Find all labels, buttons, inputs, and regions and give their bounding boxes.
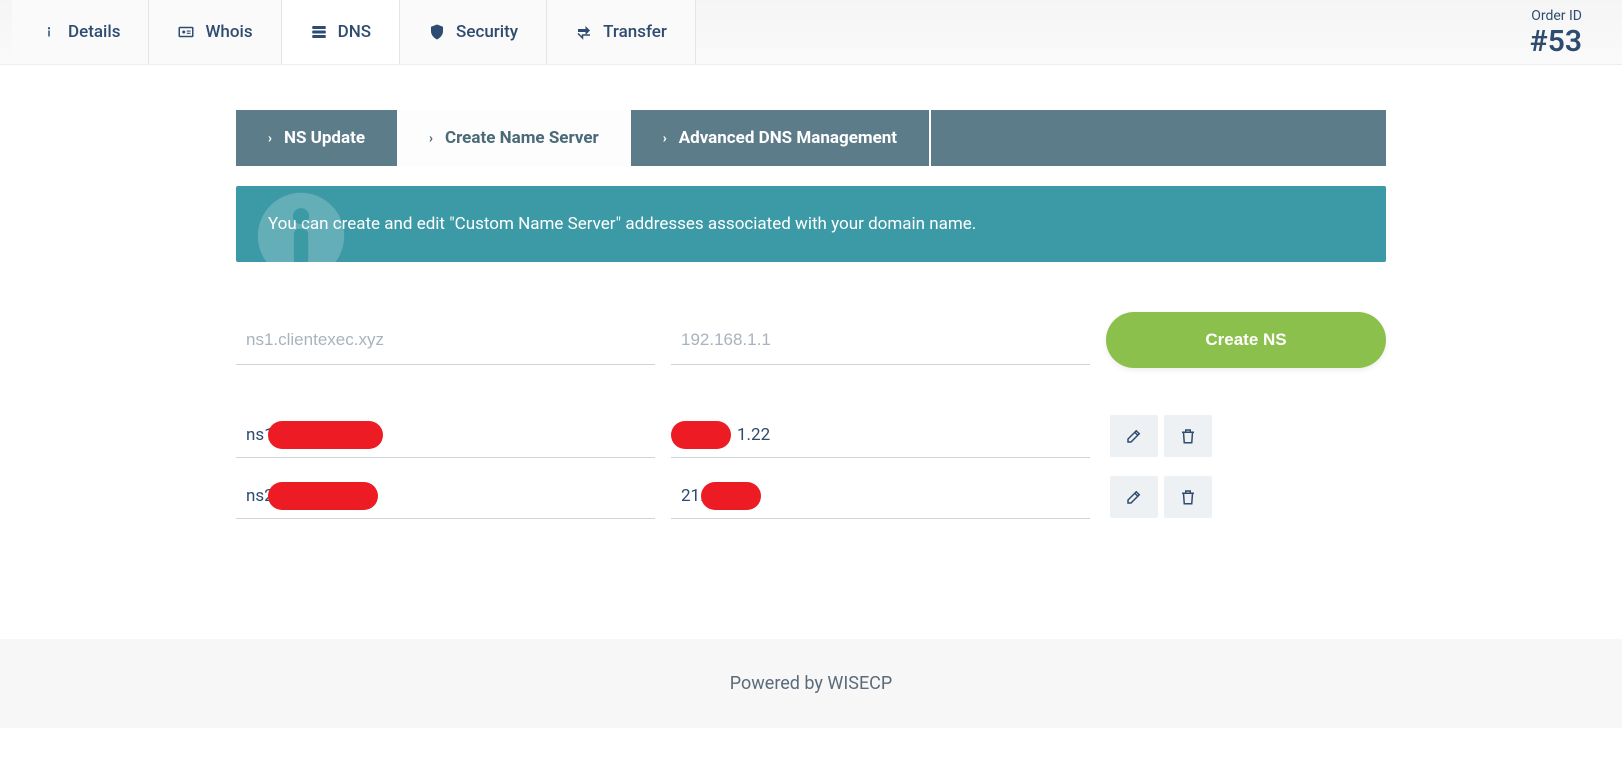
redaction [268,482,378,510]
tab-dns-label: DNS [338,22,371,42]
shield-icon [428,23,446,41]
tab-whois-label: Whois [205,22,252,42]
ns-list: ns1 1.22 ns2 21. [236,413,1386,519]
sub-tabs: › NS Update › Create Name Server › Advan… [236,110,1386,166]
tab-whois[interactable]: Whois [149,0,281,64]
redaction [671,421,731,449]
order-label: Order ID [1530,8,1582,24]
edit-icon [1125,488,1143,506]
subtab-spacer [929,110,1386,166]
chevron-right-icon: › [663,131,667,146]
subtab-advanced-dns-label: Advanced DNS Management [679,128,897,148]
info-banner: You can create and edit "Custom Name Ser… [236,186,1386,262]
tab-dns[interactable]: DNS [282,0,400,64]
redaction [268,421,383,449]
create-ns-form: Create NS [236,312,1386,368]
edit-icon [1125,427,1143,445]
tab-transfer-label: Transfer [603,22,667,42]
hostname-input[interactable] [236,316,655,365]
ns-host-cell: ns2 [236,474,655,519]
tab-security[interactable]: Security [400,0,547,64]
ns-host-cell: ns1 [236,413,655,458]
subtab-ns-update-label: NS Update [284,128,365,148]
tab-security-label: Security [456,22,518,42]
ns-ip-visible: 1.22 [737,425,770,445]
info-bg-icon [256,186,346,262]
info-banner-text: You can create and edit "Custom Name Ser… [268,214,976,234]
ns-ip-cell: 1.22 [671,413,1090,458]
chevron-right-icon: › [268,131,272,146]
tab-transfer[interactable]: Transfer [547,0,696,64]
edit-ns-button[interactable] [1110,476,1158,518]
trash-icon [1179,427,1197,445]
subtab-create-ns[interactable]: › Create Name Server [397,110,631,166]
subtab-advanced-dns[interactable]: › Advanced DNS Management [631,110,929,166]
footer-text: Powered by WISECP [730,673,893,694]
edit-ns-button[interactable] [1110,415,1158,457]
create-ns-button[interactable]: Create NS [1106,312,1386,368]
delete-ns-button[interactable] [1164,476,1212,518]
info-icon [40,23,58,41]
server-icon [310,23,328,41]
ns-row: ns2 21. [236,474,1386,519]
subtab-create-ns-label: Create Name Server [445,128,599,148]
transfer-icon [575,23,593,41]
ns-ip-cell: 21. [671,474,1090,519]
top-tabs: Details Whois DNS Security Transfer [12,0,696,64]
order-info: Order ID #53 [1530,0,1582,59]
id-card-icon [177,23,195,41]
ip-input[interactable] [671,316,1090,365]
delete-ns-button[interactable] [1164,415,1212,457]
footer: Powered by WISECP [0,639,1622,728]
ns-row: ns1 1.22 [236,413,1386,458]
tab-details[interactable]: Details [12,0,149,64]
subtab-ns-update[interactable]: › NS Update [236,110,397,166]
trash-icon [1179,488,1197,506]
order-id: #53 [1530,24,1582,59]
chevron-right-icon: › [429,131,433,146]
redaction [701,482,761,510]
tab-details-label: Details [68,22,120,42]
